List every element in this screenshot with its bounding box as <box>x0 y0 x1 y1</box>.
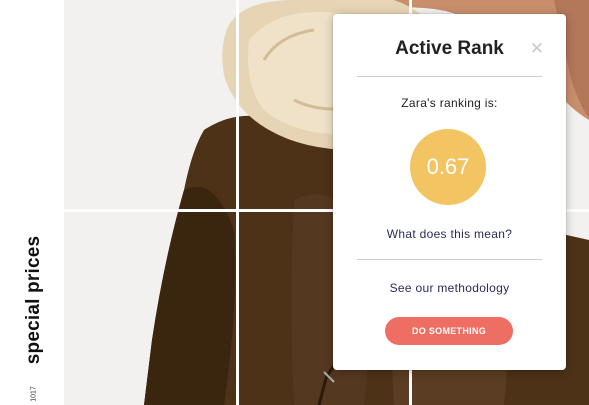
special-prices-label[interactable]: special prices <box>23 236 45 365</box>
left-rail: special prices 1017 <box>0 0 64 405</box>
close-icon[interactable]: ✕ <box>530 40 544 57</box>
divider <box>357 259 542 260</box>
active-rank-popup: Active Rank ✕ Zara's ranking is: 0.67 Wh… <box>333 14 566 370</box>
do-something-button[interactable]: DO SOMETHING <box>385 317 513 345</box>
divider <box>357 76 542 77</box>
methodology-link[interactable]: See our methodology <box>333 281 566 295</box>
small-code-label: 1017 <box>30 386 38 402</box>
score-badge: 0.67 <box>410 129 486 205</box>
ranking-label: Zara's ranking is: <box>401 96 498 110</box>
what-does-this-mean-link[interactable]: What does this mean? <box>333 227 566 241</box>
grid-line-vertical <box>236 0 239 405</box>
